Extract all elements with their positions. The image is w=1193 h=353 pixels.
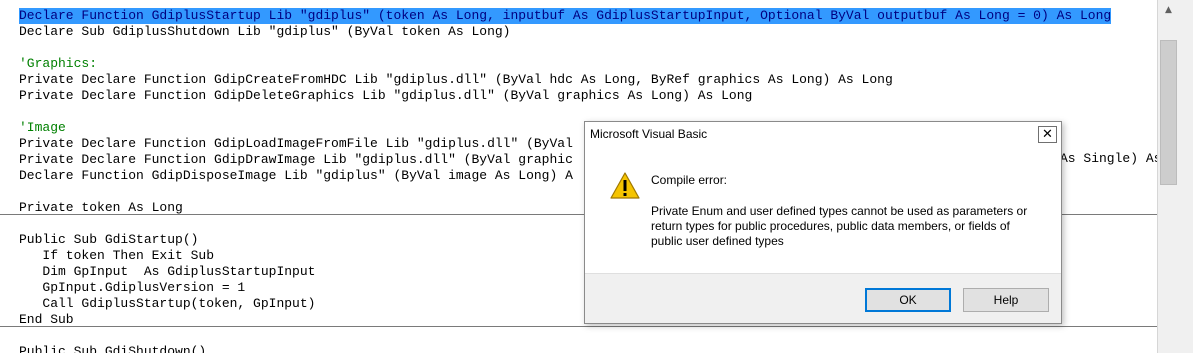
code-fragment-right: As Single) As bbox=[1060, 151, 1157, 166]
close-button[interactable]: ✕ bbox=[1038, 126, 1057, 143]
code-line[interactable]: Declare Sub GdiplusShutdown Lib "gdiplus… bbox=[19, 24, 510, 40]
compile-error-dialog: Microsoft Visual Basic ✕ Compile error: … bbox=[584, 121, 1062, 324]
code-line[interactable]: Call GdiplusStartup(token, GpInput) bbox=[19, 296, 315, 312]
dialog-body: Compile error: Private Enum and user def… bbox=[585, 147, 1061, 273]
dialog-titlebar[interactable]: Microsoft Visual Basic ✕ bbox=[585, 122, 1061, 147]
code-line[interactable]: GpInput.GdiplusVersion = 1 bbox=[19, 280, 245, 296]
procedure-separator bbox=[0, 326, 1157, 327]
dialog-title: Microsoft Visual Basic bbox=[590, 127, 708, 141]
code-comment-line[interactable]: 'Graphics: bbox=[19, 56, 97, 72]
scroll-up-icon[interactable]: ▲ bbox=[1160, 2, 1177, 19]
code-line[interactable]: Public Sub GdiStartup() bbox=[19, 232, 198, 248]
code-comment-line[interactable]: 'Image bbox=[19, 120, 66, 136]
code-line[interactable]: Dim GpInput As GdiplusStartupInput bbox=[19, 264, 315, 280]
code-line[interactable]: Private Declare Function GdipCreateFromH… bbox=[19, 72, 893, 88]
code-line[interactable]: Private Declare Function GdipLoadImageFr… bbox=[19, 136, 573, 152]
close-icon: ✕ bbox=[1042, 127, 1053, 142]
code-line[interactable]: Private Declare Function GdipDeleteGraph… bbox=[19, 88, 752, 104]
code-line[interactable]: If token Then Exit Sub bbox=[19, 248, 214, 264]
error-message: Private Enum and user defined types cann… bbox=[651, 204, 1028, 248]
help-button[interactable]: Help bbox=[963, 288, 1049, 312]
ok-button[interactable]: OK bbox=[865, 288, 951, 312]
error-heading: Compile error: bbox=[651, 173, 728, 187]
code-line[interactable]: Public Sub GdiShutdown() bbox=[19, 344, 206, 353]
warning-icon bbox=[610, 172, 640, 199]
scrollbar-thumb[interactable] bbox=[1160, 40, 1177, 185]
code-line-selected[interactable]: Declare Function GdiplusStartup Lib "gdi… bbox=[19, 8, 1112, 24]
code-line[interactable]: Private Declare Function GdipDrawImage L… bbox=[19, 152, 573, 168]
vertical-scrollbar[interactable]: ▲ bbox=[1157, 0, 1193, 353]
vba-editor-window: Declare Function GdiplusStartup Lib "gdi… bbox=[0, 0, 1193, 353]
dialog-footer: OK Help bbox=[585, 273, 1061, 323]
code-line[interactable]: Declare Function GdipDisposeImage Lib "g… bbox=[19, 168, 573, 184]
